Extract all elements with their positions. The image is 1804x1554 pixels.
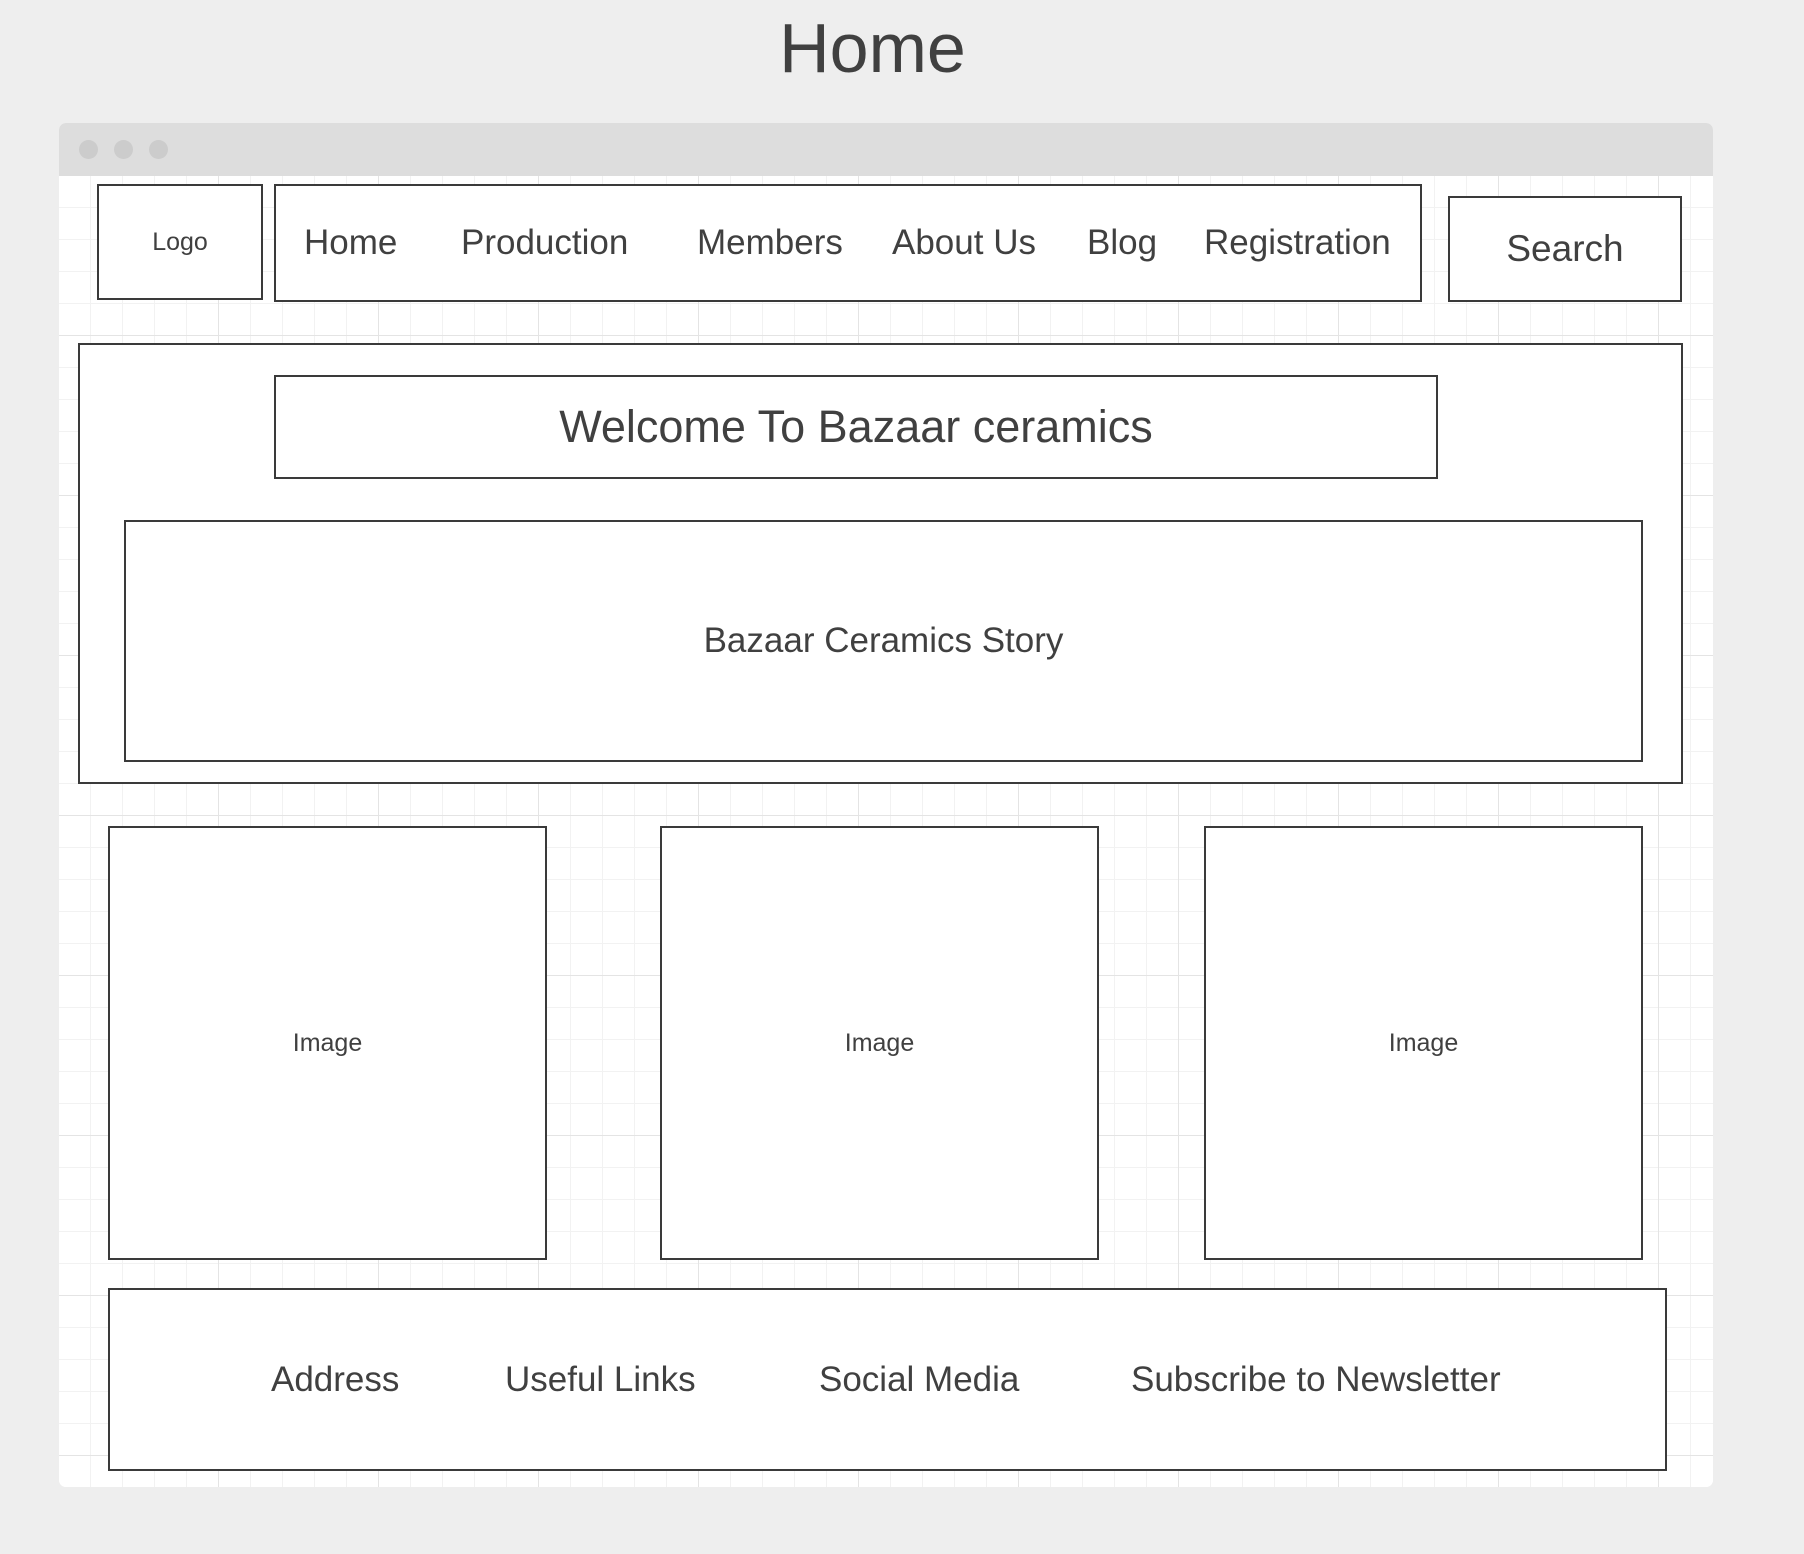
wireframe-canvas: Logo Home Production Members About Us Bl… — [59, 176, 1713, 1487]
nav-item-production[interactable]: Production — [461, 186, 628, 300]
image-placeholder: Image — [108, 826, 547, 1260]
welcome-heading: Welcome To Bazaar ceramics — [274, 375, 1438, 479]
main-nav: Home Production Members About Us Blog Re… — [274, 184, 1422, 302]
nav-item-registration[interactable]: Registration — [1204, 186, 1391, 300]
footer-item-address[interactable]: Address — [271, 1290, 399, 1469]
nav-item-members[interactable]: Members — [697, 186, 843, 300]
image-placeholder: Image — [1204, 826, 1643, 1260]
nav-item-blog[interactable]: Blog — [1087, 186, 1157, 300]
site-footer: Address Useful Links Social Media Subscr… — [108, 1288, 1667, 1471]
page-title: Home — [779, 9, 966, 87]
image-placeholder: Image — [660, 826, 1099, 1260]
nav-item-home[interactable]: Home — [304, 186, 397, 300]
window-dot-icon[interactable] — [149, 140, 168, 159]
window-titlebar — [59, 123, 1713, 176]
window-dot-icon[interactable] — [79, 140, 98, 159]
story-section: Bazaar Ceramics Story — [124, 520, 1643, 762]
nav-item-about-us[interactable]: About Us — [892, 186, 1036, 300]
footer-item-newsletter[interactable]: Subscribe to Newsletter — [1131, 1290, 1501, 1469]
search-button[interactable]: Search — [1448, 196, 1682, 302]
logo-placeholder[interactable]: Logo — [97, 184, 263, 300]
browser-window: Logo Home Production Members About Us Bl… — [59, 123, 1713, 1487]
hero-section: Welcome To Bazaar ceramics Bazaar Cerami… — [78, 343, 1683, 784]
window-dot-icon[interactable] — [114, 140, 133, 159]
footer-item-useful-links[interactable]: Useful Links — [505, 1290, 696, 1469]
footer-item-social-media[interactable]: Social Media — [819, 1290, 1019, 1469]
